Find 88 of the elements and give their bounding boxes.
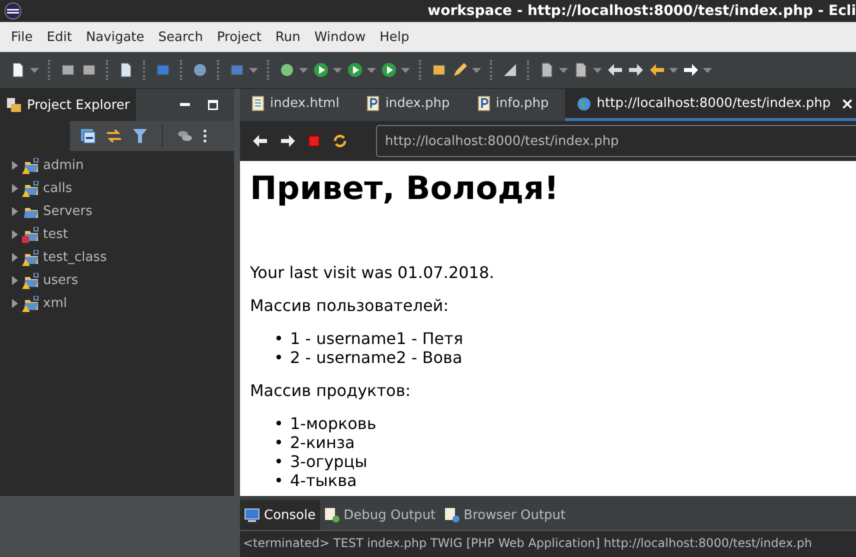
- menu-item[interactable]: Search: [151, 30, 210, 44]
- bullet: •: [274, 433, 284, 452]
- menu-item[interactable]: Navigate: [78, 30, 152, 44]
- menu-item[interactable]: Edit: [40, 30, 79, 44]
- collapse-all-icon[interactable]: [80, 128, 96, 144]
- database-icon[interactable]: [177, 128, 193, 144]
- maximize-icon[interactable]: [208, 100, 218, 110]
- close-tab-button[interactable]: ×: [836, 94, 856, 113]
- console-tab[interactable]: Browser Output: [440, 500, 570, 530]
- triangle-icon[interactable]: [502, 62, 518, 78]
- caret-icon[interactable]: [559, 68, 568, 72]
- bullet: •: [274, 329, 284, 348]
- caret-icon[interactable]: [30, 68, 39, 72]
- editor-tab[interactable]: index.php: [355, 89, 466, 121]
- tree-item[interactable]: xml: [0, 292, 234, 315]
- product-list-item: 4-тыква: [290, 471, 357, 490]
- menu-item[interactable]: File: [4, 30, 40, 44]
- user-list-item: 2 - username2 - Вова: [290, 348, 462, 367]
- editor-tab[interactable]: http://localhost:8000/test/index.php ×: [564, 89, 856, 121]
- project-explorer-icon: [6, 97, 22, 113]
- url-field[interactable]: http://localhost:8000/test/index.php: [376, 125, 856, 157]
- tree-item[interactable]: calls: [0, 177, 234, 200]
- products-title: Массив продуктов:: [250, 381, 412, 400]
- view-menu-icon[interactable]: [203, 129, 207, 143]
- editor-tab[interactable]: index.html: [240, 89, 356, 121]
- caret-icon[interactable]: [249, 68, 258, 72]
- back-icon[interactable]: [607, 62, 623, 78]
- php-file-icon: [367, 96, 380, 111]
- bullet: •: [274, 452, 284, 471]
- caret-icon[interactable]: [472, 68, 481, 72]
- caret-icon[interactable]: [401, 68, 410, 72]
- binary-file-icon[interactable]: [118, 62, 134, 78]
- run-icon[interactable]: [313, 62, 329, 78]
- expand-arrow-icon[interactable]: [12, 161, 18, 170]
- product-list-item: 3-огурцы: [290, 452, 368, 471]
- user-list-item: 1 - username1 - Петя: [290, 329, 464, 348]
- menu-item[interactable]: Run: [268, 30, 308, 44]
- stop-icon[interactable]: [308, 135, 320, 147]
- bullet: •: [274, 471, 284, 490]
- document-globe-icon: [444, 507, 460, 523]
- caret-icon[interactable]: [703, 68, 712, 72]
- page-heading: Привет, Володя!: [250, 169, 560, 207]
- caret-icon[interactable]: [367, 68, 376, 72]
- refresh-icon[interactable]: [332, 133, 348, 149]
- product-list-item: 2-кинза: [290, 433, 355, 452]
- globe-icon: [576, 96, 591, 110]
- eclipse-logo-icon: [4, 2, 22, 20]
- document-bug-icon: [324, 507, 340, 523]
- expand-arrow-icon[interactable]: [12, 276, 18, 285]
- bullet: •: [274, 348, 284, 367]
- expand-arrow-icon[interactable]: [12, 253, 18, 262]
- window-title: workspace - http://localhost:8000/test/index.php - Ecli: [428, 3, 856, 19]
- forward-icon[interactable]: [280, 134, 296, 148]
- console-tab[interactable]: Debug Output: [320, 500, 440, 530]
- expand-arrow-icon[interactable]: [12, 207, 18, 216]
- tree-item[interactable]: users: [0, 269, 234, 292]
- back-arrow-icon[interactable]: [649, 62, 665, 78]
- product-list-item: 1-морковь: [290, 414, 376, 433]
- caret-icon[interactable]: [669, 68, 678, 72]
- menu-item[interactable]: Project: [210, 30, 268, 44]
- expand-arrow-icon[interactable]: [12, 184, 18, 193]
- tree-item[interactable]: test_class: [0, 246, 234, 269]
- console-tab[interactable]: Console: [240, 500, 320, 530]
- last-visit-text: Your last visit was 01.07.2018.: [250, 263, 496, 282]
- caret-icon[interactable]: [333, 68, 342, 72]
- forward-icon[interactable]: [628, 62, 644, 78]
- html-file-icon: [252, 96, 264, 111]
- new-file-icon[interactable]: [10, 62, 26, 78]
- expand-arrow-icon[interactable]: [12, 230, 18, 239]
- tree-item[interactable]: Servers: [0, 200, 234, 223]
- link-arrows-icon[interactable]: [106, 128, 122, 144]
- expand-arrow-icon[interactable]: [12, 299, 18, 308]
- bullet: •: [274, 414, 284, 433]
- pencil-icon[interactable]: [452, 62, 468, 78]
- forward-arrow-icon[interactable]: [683, 62, 699, 78]
- tree-item[interactable]: admin: [0, 154, 234, 177]
- users-title: Массив пользователей:: [250, 296, 450, 315]
- php-file-icon: [478, 96, 490, 111]
- tree-item[interactable]: test: [0, 223, 234, 246]
- caret-icon[interactable]: [299, 68, 308, 72]
- back-icon[interactable]: [252, 134, 268, 148]
- menu-item[interactable]: Help: [372, 30, 416, 44]
- project-explorer-tab[interactable]: Project Explorer: [0, 89, 136, 121]
- editor-tab[interactable]: info.php: [466, 89, 565, 121]
- console-output: <terminated> TEST index.php TWIG [PHP Web Application] http://localhost:8000/test/index.ph: [240, 530, 856, 557]
- menu-item[interactable]: Window: [307, 30, 373, 44]
- filter-icon[interactable]: [132, 128, 148, 144]
- caret-icon[interactable]: [593, 68, 602, 72]
